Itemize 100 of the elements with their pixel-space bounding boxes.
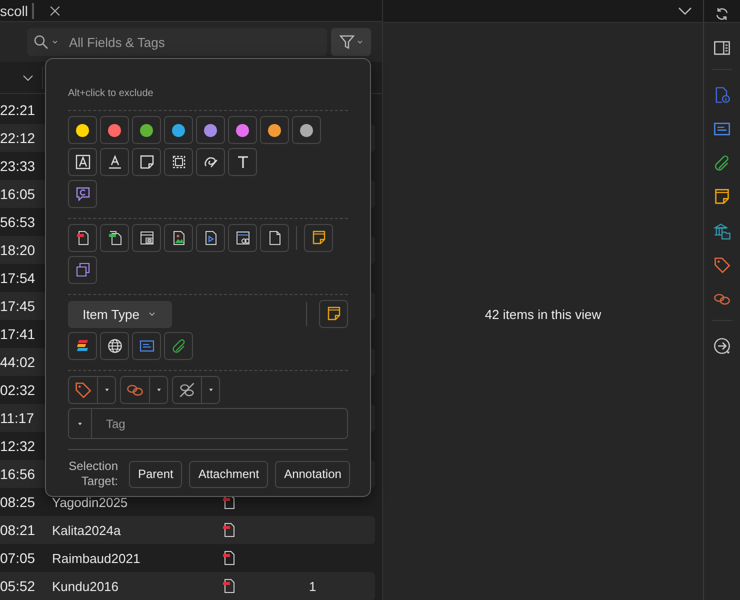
underline-filter-button[interactable]	[100, 148, 129, 176]
ink-filter-button[interactable]	[196, 148, 225, 176]
title-cell: Kalita2024a	[52, 522, 121, 538]
web-link-icon	[234, 230, 250, 246]
color-filter-button[interactable]	[132, 116, 161, 144]
paperclip-button[interactable]	[164, 332, 193, 360]
time-cell: 56:53	[0, 214, 36, 230]
color-filter-button[interactable]	[196, 116, 225, 144]
filter-button[interactable]	[331, 28, 371, 56]
hint-text: Alt+click to exclude	[68, 87, 154, 100]
close-icon[interactable]	[48, 4, 62, 18]
selection-target-label: Selection Target:	[68, 459, 118, 489]
time-cell: 22:21	[0, 102, 36, 118]
time-cell: 17:41	[0, 326, 36, 342]
time-cell: 22:12	[0, 130, 36, 146]
snapshot-button[interactable]	[132, 224, 161, 252]
notes-count: 1	[309, 578, 316, 594]
pdf-file-icon[interactable]	[221, 494, 237, 510]
selection-target-button[interactable]: Annotation	[275, 460, 350, 488]
title-cell: Raimbaud2021	[52, 550, 140, 566]
pdf-file-icon[interactable]	[221, 550, 237, 566]
tab-title[interactable]: scoll	[0, 2, 34, 19]
color-filter-button[interactable]	[164, 116, 193, 144]
tag-icon[interactable]	[713, 256, 731, 274]
color-filter-button[interactable]	[260, 116, 289, 144]
ebook-file-button[interactable]	[100, 224, 129, 252]
video-file-icon	[202, 230, 218, 246]
card-button[interactable]	[132, 332, 161, 360]
item-row[interactable]: 07:05 Raimbaud2021	[0, 544, 375, 572]
filter-icon	[338, 34, 354, 50]
highlight-filter-button[interactable]	[68, 148, 97, 176]
item-count-message: 42 items in this view	[484, 307, 602, 322]
image-file-button[interactable]	[164, 224, 193, 252]
globe-button[interactable]	[100, 332, 129, 360]
image-area-filter-button[interactable]	[164, 148, 193, 176]
item-row[interactable]: 08:25 Yagodin2025	[0, 488, 375, 516]
video-file-button[interactable]	[196, 224, 225, 252]
selection-target-button[interactable]: Attachment	[189, 460, 268, 488]
stripes-logo-button[interactable]	[68, 332, 97, 360]
note-icon	[310, 230, 326, 246]
color-filter-button[interactable]	[228, 116, 257, 144]
tag-icon	[74, 381, 92, 399]
pdf-file-icon[interactable]	[221, 578, 237, 594]
time-cell: 02:32	[0, 382, 36, 398]
color-filter-button[interactable]	[68, 116, 97, 144]
time-cell: 16:56	[0, 466, 36, 482]
text-filter-button[interactable]	[228, 148, 257, 176]
file-button[interactable]	[260, 224, 289, 252]
time-cell: 08:25	[0, 494, 36, 510]
paperclip-icon[interactable]	[713, 154, 731, 172]
note-filter-button[interactable]	[132, 148, 161, 176]
time-cell: 44:02	[0, 354, 36, 370]
selection-target-button[interactable]: Parent	[129, 460, 182, 488]
standalone-note-button[interactable]	[319, 300, 348, 328]
title-cell: Yagodin2025	[52, 494, 128, 510]
time-cell: 07:05	[0, 550, 36, 566]
underline-filter-icon	[106, 154, 122, 170]
note-icon[interactable]	[713, 188, 731, 206]
paperclip-icon	[170, 338, 186, 354]
note-filter-button[interactable]	[304, 224, 333, 252]
globe-icon	[106, 338, 122, 354]
locate-icon[interactable]	[713, 337, 731, 355]
tag-input[interactable]: Tag	[104, 416, 347, 432]
time-cell: 17:54	[0, 270, 36, 286]
time-cell: 12:32	[0, 438, 36, 454]
note-icon	[326, 306, 342, 322]
note-filter-icon	[138, 154, 154, 170]
time-cell: 11:17	[0, 410, 34, 426]
search-icon[interactable]	[33, 34, 49, 50]
library-folder-icon[interactable]	[713, 222, 731, 240]
pdf-file-button[interactable]	[68, 224, 97, 252]
time-cell: 17:45	[0, 298, 36, 314]
search-bar[interactable]: All Fields & Tags	[27, 28, 327, 56]
color-filter-button[interactable]	[292, 116, 321, 144]
pane-toggle-icon[interactable]	[713, 39, 731, 57]
comment-filter-button[interactable]	[68, 180, 97, 208]
stripes-logo-icon	[74, 338, 90, 354]
sync-icon[interactable]	[714, 6, 730, 22]
item-type-dropdown[interactable]: Item Type	[68, 300, 172, 328]
time-cell: 23:33	[0, 158, 36, 174]
file-icon	[266, 230, 282, 246]
tag-field-frame[interactable]: Tag	[68, 408, 348, 439]
ebook-file-icon	[106, 230, 122, 246]
image-area-filter-icon	[170, 154, 186, 170]
web-link-button[interactable]	[228, 224, 257, 252]
abstract-card-icon[interactable]	[713, 120, 731, 138]
annotations-filter-button[interactable]	[68, 256, 97, 284]
item-row[interactable]: 05:52 Kundu2016 1	[0, 572, 375, 600]
highlight-filter-icon	[74, 154, 90, 170]
time-cell: 18:20	[0, 242, 36, 258]
info-document-icon[interactable]	[713, 86, 731, 104]
title-cell: Kundu2016	[52, 578, 119, 594]
color-filter-button[interactable]	[100, 116, 129, 144]
time-cell: 16:05	[0, 186, 36, 202]
snapshot-icon	[138, 230, 154, 246]
card-icon	[138, 338, 154, 354]
item-row[interactable]: 08:21 Kalita2024a	[0, 516, 375, 544]
speech-bubble-icon	[74, 186, 90, 202]
time-cell: 08:21	[0, 522, 36, 538]
pdf-file-icon[interactable]	[221, 522, 237, 538]
